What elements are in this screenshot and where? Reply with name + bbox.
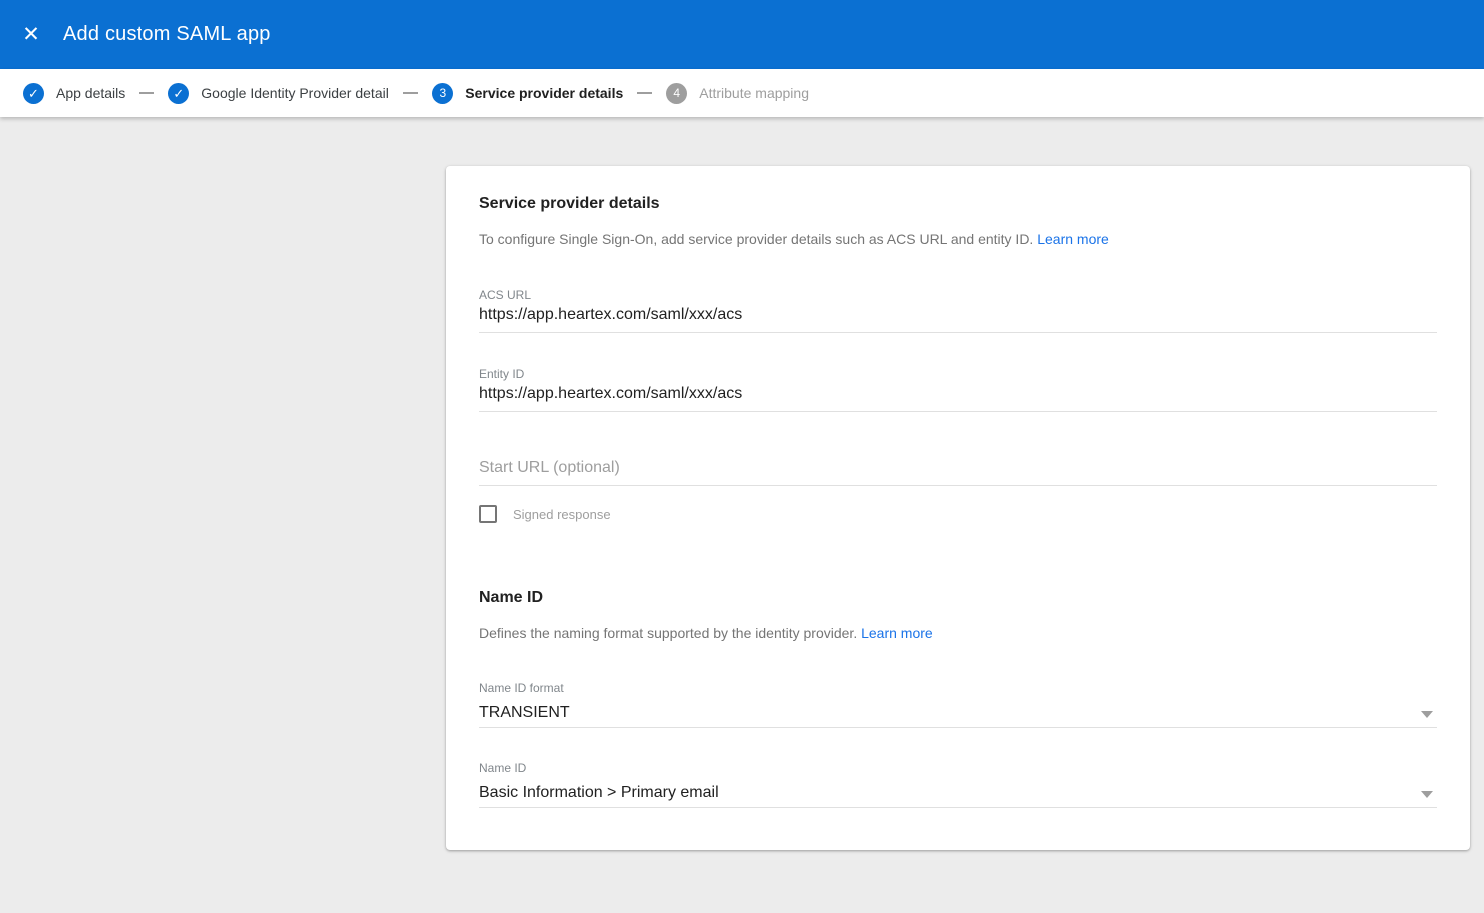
learn-more-link[interactable]: Learn more [1037,231,1109,247]
entity-id-label: Entity ID [479,367,1437,381]
section-description: To configure Single Sign-On, add service… [479,229,1437,249]
acs-url-label: ACS URL [479,288,1437,302]
step-divider [139,92,154,94]
step-google-idp-details[interactable]: ✓ Google Identity Provider details [168,83,389,104]
name-id-format-select[interactable]: Name ID format TRANSIENT [479,681,1437,728]
step-2-label: Google Identity Provider details [201,85,389,101]
chevron-down-icon [1421,791,1433,798]
step-service-provider-details[interactable]: 3 Service provider details [432,83,623,104]
step-divider [637,92,652,94]
name-id-description-text: Defines the naming format supported by t… [479,625,857,641]
step-app-details[interactable]: ✓ App details [23,83,125,104]
acs-url-input[interactable] [479,306,1437,333]
step-attribute-mapping: 4 Attribute mapping [666,83,809,104]
name-id-format-value: TRANSIENT [479,703,1437,728]
step-3-number-badge: 3 [432,83,453,104]
step-4-number-badge: 4 [666,83,687,104]
chevron-down-icon [1421,711,1433,718]
page-background: Service provider details To configure Si… [0,166,1484,913]
name-id-label: Name ID [479,761,1437,775]
name-id-title: Name ID [479,588,1437,607]
service-provider-card: Service provider details To configure Si… [446,166,1470,850]
step-2-check-icon: ✓ [168,83,189,104]
signed-response-row: Signed response [479,504,1437,524]
signed-response-label: Signed response [513,507,611,522]
stepper: ✓ App details ✓ Google Identity Provider… [0,69,1484,117]
start-url-input[interactable] [479,459,1437,486]
page-title: Add custom SAML app [63,23,271,46]
close-button[interactable]: ✕ [13,17,49,53]
step-1-check-icon: ✓ [23,83,44,104]
name-id-value: Basic Information > Primary email [479,783,1437,808]
title-bar: ✕ Add custom SAML app [0,0,1484,69]
signed-response-checkbox[interactable] [479,505,497,523]
name-id-description: Defines the naming format supported by t… [479,623,1437,643]
step-divider [403,92,418,94]
step-3-label: Service provider details [465,85,623,101]
entity-id-input[interactable] [479,385,1437,412]
name-id-select[interactable]: Name ID Basic Information > Primary emai… [479,761,1437,808]
close-icon: ✕ [22,24,40,45]
start-url-field [479,459,1437,486]
section-description-text: To configure Single Sign-On, add service… [479,231,1033,247]
step-4-label: Attribute mapping [699,85,809,101]
entity-id-field: Entity ID [479,367,1437,412]
name-id-format-label: Name ID format [479,681,1437,695]
step-1-label: App details [56,85,125,101]
name-id-learn-more-link[interactable]: Learn more [861,625,933,641]
section-title: Service provider details [479,194,1437,213]
acs-url-field: ACS URL [479,288,1437,333]
